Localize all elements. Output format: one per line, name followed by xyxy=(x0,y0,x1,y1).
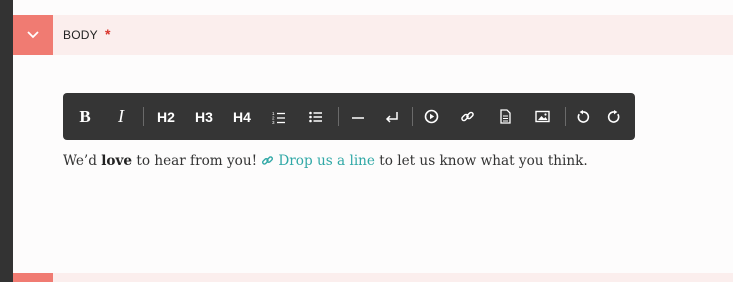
next-collapse-button[interactable] xyxy=(13,273,53,282)
svg-text:3: 3 xyxy=(272,120,275,124)
link-icon xyxy=(262,156,274,165)
undo-button[interactable] xyxy=(572,93,594,140)
image-icon xyxy=(534,110,550,123)
ordered-list-icon: 1 2 3 xyxy=(272,111,285,124)
left-rail xyxy=(0,0,13,282)
content-text-middle: to hear from you! xyxy=(132,153,262,169)
h3-button[interactable]: H3 xyxy=(191,93,217,140)
toolbar-separator xyxy=(143,107,144,126)
image-button[interactable] xyxy=(531,93,553,140)
ordered-list-button[interactable]: 1 2 3 xyxy=(268,93,290,140)
horizontal-rule-button[interactable] xyxy=(347,93,369,140)
content-text-after: to let us know what you think. xyxy=(374,153,588,169)
field-label: BODY xyxy=(63,28,98,42)
content-bold-text: love xyxy=(101,153,133,169)
line-break-button[interactable] xyxy=(381,93,403,140)
toolbar-separator xyxy=(565,107,566,126)
h2-button[interactable]: H2 xyxy=(153,93,179,140)
link-button[interactable] xyxy=(456,93,478,140)
file-button[interactable] xyxy=(494,93,516,140)
content-link[interactable]: Drop us a line xyxy=(261,153,375,169)
field-header: BODY * xyxy=(13,15,733,55)
undo-icon xyxy=(577,109,590,123)
unordered-list-button[interactable] xyxy=(305,93,327,140)
editor-toolbar: B I H2 H3 H4 1 2 3 xyxy=(63,93,635,140)
toolbar-separator xyxy=(412,107,413,126)
chevron-down-icon xyxy=(27,31,39,39)
unordered-list-icon xyxy=(309,111,322,122)
bold-button[interactable]: B xyxy=(74,93,96,140)
next-field-header xyxy=(13,273,733,282)
required-mark: * xyxy=(105,26,111,42)
content-text-before: We’d xyxy=(63,153,102,169)
collapse-button[interactable] xyxy=(13,15,53,55)
line-break-icon xyxy=(385,111,398,123)
file-icon xyxy=(499,109,511,124)
horizontal-rule-icon xyxy=(352,116,364,119)
redo-button[interactable] xyxy=(603,93,625,140)
redo-icon xyxy=(607,109,620,123)
link-icon xyxy=(460,111,474,122)
toolbar-separator xyxy=(338,107,339,126)
editor-content[interactable]: We’d love to hear from you! Drop us a li… xyxy=(63,150,588,172)
italic-button[interactable]: I xyxy=(110,93,132,140)
content-link-text[interactable]: Drop us a line xyxy=(278,153,375,169)
embed-video-button[interactable] xyxy=(420,93,442,140)
h4-button[interactable]: H4 xyxy=(229,93,255,140)
embed-video-icon xyxy=(424,109,438,124)
